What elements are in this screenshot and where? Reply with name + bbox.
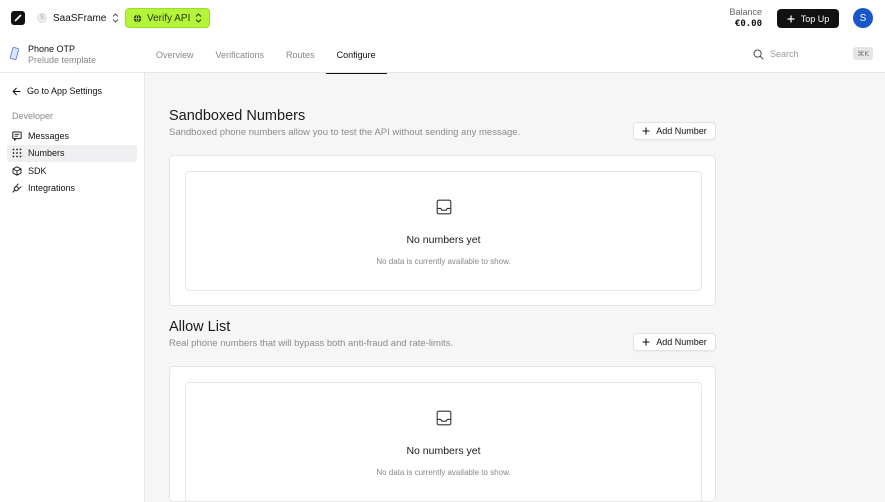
chevron-updown-icon (113, 13, 119, 23)
top-up-button[interactable]: Top Up (777, 9, 839, 28)
section-desc-allow-list: Real phone numbers that will bypass both… (169, 338, 454, 349)
sidebar-item-label: Messages (28, 130, 70, 141)
section-title-sandboxed: Sandboxed Numbers (169, 108, 306, 124)
top-up-label: Top Up (800, 13, 830, 24)
sandboxed-numbers-card: No numbers yet No data is currently avai… (169, 155, 716, 306)
sidebar-nav: Messages Numbers SDK Integrations (7, 127, 137, 197)
phone-icon (10, 47, 19, 60)
section-title-allow-list: Allow List (169, 319, 231, 335)
section-desc-sandboxed: Sandboxed phone numbers allow you to tes… (169, 127, 521, 138)
empty-state: No numbers yet No data is currently avai… (185, 171, 702, 291)
tab-configure[interactable]: Configure (325, 36, 387, 74)
sidebar-item-label: Numbers (28, 148, 65, 158)
search-input[interactable]: Search ⌘K (753, 47, 873, 61)
plus-icon (642, 127, 650, 135)
inbox-icon (436, 199, 451, 215)
tab-verifications[interactable]: Verifications (205, 36, 276, 73)
product-name: Verify API (147, 12, 191, 24)
add-allow-list-number-button[interactable]: Add Number (633, 333, 716, 351)
sidebar-item-sdk[interactable]: SDK (7, 162, 137, 179)
workspace-avatar: S (37, 13, 47, 23)
sidebar-item-messages[interactable]: Messages (7, 127, 137, 144)
balance-label: Balance (729, 7, 762, 17)
plus-icon (642, 338, 650, 346)
message-icon (12, 131, 22, 141)
sidebar: Go to App Settings Developer Messages Nu… (0, 73, 145, 502)
empty-title: No numbers yet (406, 234, 481, 246)
empty-desc: No data is currently available to show. (376, 468, 511, 477)
tab-routes[interactable]: Routes (275, 36, 326, 73)
empty-desc: No data is currently available to show. (376, 257, 511, 266)
cube-icon (12, 165, 22, 176)
add-number-label: Add Number (656, 126, 707, 136)
sidebar-group-label: Developer (12, 111, 54, 121)
sidebar-item-integrations[interactable]: Integrations (7, 180, 137, 197)
inbox-icon (436, 410, 451, 426)
product-switcher[interactable]: Verify API (125, 8, 211, 28)
globe-icon (133, 14, 142, 22)
balance: Balance €0.00 (729, 7, 762, 29)
arrow-left-icon (12, 87, 21, 95)
empty-title: No numbers yet (406, 445, 481, 457)
chevron-updown-icon (196, 13, 202, 23)
tab-overview[interactable]: Overview (145, 36, 205, 73)
plug-icon (12, 183, 22, 193)
search-shortcut: ⌘K (853, 47, 873, 60)
plus-icon (787, 15, 795, 22)
grid-icon (12, 148, 22, 158)
user-avatar[interactable]: S (853, 8, 873, 28)
empty-state: No numbers yet No data is currently avai… (185, 382, 702, 502)
add-sandboxed-number-button[interactable]: Add Number (633, 122, 716, 140)
sidebar-item-numbers[interactable]: Numbers (7, 144, 137, 162)
project-name: Phone OTP (28, 44, 76, 54)
workspace-name: SaaSFrame (53, 12, 107, 24)
project-bar: Phone OTP Prelude template Overview Veri… (0, 36, 885, 74)
project-subtitle: Prelude template (28, 55, 97, 65)
top-bar: S SaaSFrame Verify API Balance €0.00 Top… (0, 0, 885, 36)
search-placeholder: Search (770, 49, 799, 59)
back-to-app-settings-link[interactable]: Go to App Settings (12, 86, 102, 96)
sidebar-item-label: Integrations (28, 183, 76, 193)
project-tabs: Overview Verifications Routes Configure (145, 36, 387, 74)
allow-list-card: No numbers yet No data is currently avai… (169, 366, 716, 502)
search-icon (753, 48, 764, 60)
workspace-switcher[interactable]: S SaaSFrame (37, 10, 119, 26)
main-content: Sandboxed Numbers Sandboxed phone number… (146, 73, 885, 502)
add-number-label: Add Number (656, 337, 707, 347)
balance-value: €0.00 (734, 19, 762, 29)
back-link-label: Go to App Settings (27, 86, 103, 96)
app-logo-icon[interactable] (11, 11, 25, 25)
project-switcher[interactable]: Phone OTP Prelude template (10, 44, 96, 65)
sidebar-item-label: SDK (28, 165, 47, 176)
